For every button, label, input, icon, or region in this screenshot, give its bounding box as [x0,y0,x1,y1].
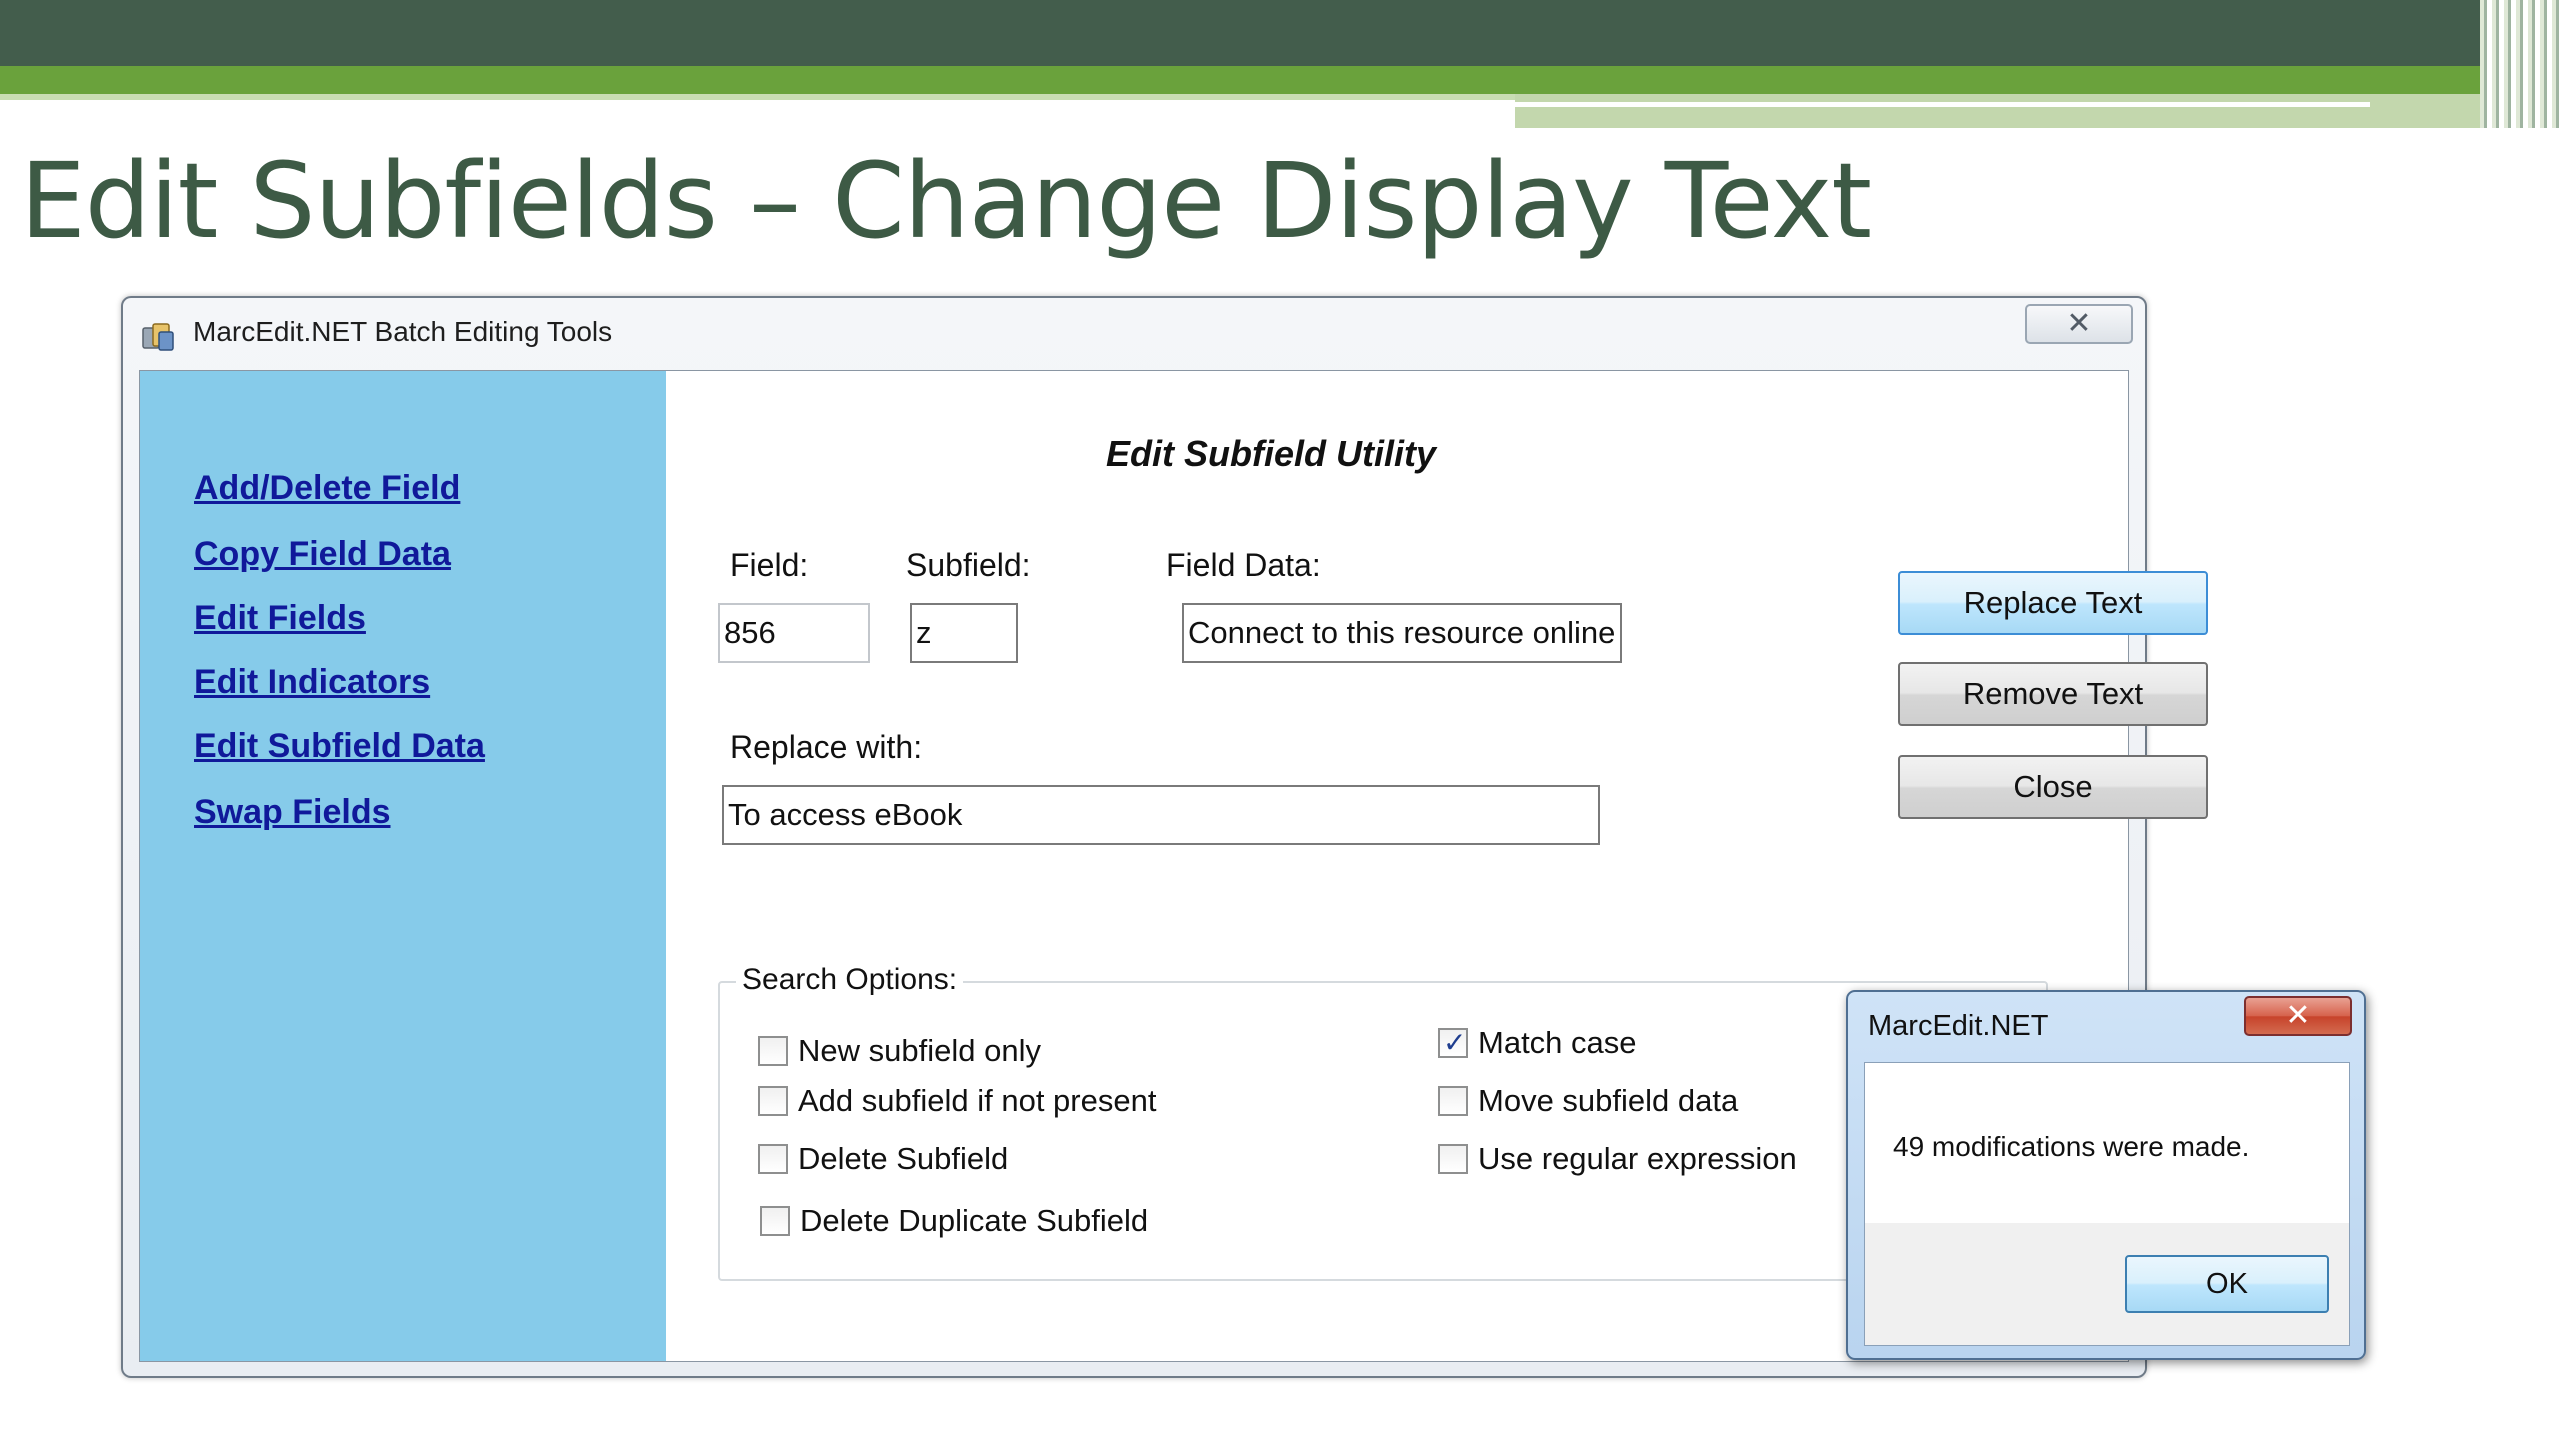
option-label: Add subfield if not present [798,1083,1157,1118]
option-delete-subfield[interactable]: Delete Subfield [758,1141,1008,1177]
slide-header-band [0,0,2560,66]
checkbox-unchecked-icon[interactable] [1438,1144,1468,1174]
field-data-input[interactable]: Connect to this resource online [1182,603,1622,663]
app-icon [142,323,174,351]
slide-accent-tab [1515,94,2560,128]
close-icon: ✕ [2066,307,2092,340]
replace-text-button[interactable]: Replace Text [1898,571,2208,635]
dialog-body: 49 modifications were made. OK [1864,1062,2350,1346]
checkbox-unchecked-icon[interactable] [758,1144,788,1174]
field-data-label: Field Data: [1166,547,1321,583]
checkbox-unchecked-icon[interactable] [758,1036,788,1066]
sidebar-item-edit-indicators[interactable]: Edit Indicators [194,663,430,702]
dialog-ok-button[interactable]: OK [2125,1255,2329,1313]
checkbox-unchecked-icon[interactable] [758,1086,788,1116]
batch-editing-window: MarcEdit.NET Batch Editing Tools ✕ Add/D… [121,296,2208,1378]
message-dialog: MarcEdit.NET ✕ 49 modifications were mad… [1846,990,2366,1360]
replace-with-label: Replace with: [730,729,923,765]
dialog-close-button[interactable]: ✕ [2244,996,2352,1036]
panel-title: Edit Subfield Utility [1106,433,1436,474]
sidebar-item-edit-subfield-data[interactable]: Edit Subfield Data [194,727,485,766]
checkbox-unchecked-icon[interactable] [760,1206,790,1236]
slide-accent-band [0,66,2560,94]
option-label: Delete Subfield [798,1141,1009,1176]
checkbox-checked-icon[interactable] [1438,1026,1468,1059]
subfield-label: Subfield: [906,547,1031,583]
option-label: Delete Duplicate Subfield [800,1203,1149,1238]
search-options-legend: Search Options: [736,963,964,997]
replace-with-input[interactable]: To access eBook [722,785,1600,845]
sidebar-item-edit-fields[interactable]: Edit Fields [194,599,366,638]
close-icon: ✕ [2285,999,2311,1032]
option-label: New subfield only [798,1033,1041,1068]
slide-title: Edit Subfields – Change Display Text [20,140,1872,262]
window-title: MarcEdit.NET Batch Editing Tools [193,316,613,347]
sidebar-item-swap-fields[interactable]: Swap Fields [194,793,391,832]
subfield-input[interactable]: z [910,603,1018,663]
option-match-case[interactable]: Match case [1438,1025,1637,1061]
option-add-subfield-if-not-present[interactable]: Add subfield if not present [758,1083,1156,1119]
field-label: Field: [730,547,809,583]
field-input[interactable]: 856 [718,603,870,663]
dialog-message-area: 49 modifications were made. [1865,1063,2349,1223]
window-client-area: Add/Delete Field Copy Field Data Edit Fi… [139,370,2208,1362]
option-new-subfield-only[interactable]: New subfield only [758,1033,1041,1069]
slide-accent-line [0,94,1515,100]
sidebar: Add/Delete Field Copy Field Data Edit Fi… [140,371,666,1361]
sidebar-item-add-delete-field[interactable]: Add/Delete Field [194,469,460,508]
window-titlebar[interactable]: MarcEdit.NET Batch Editing Tools ✕ [123,298,2145,368]
window-close-button[interactable]: ✕ [2025,304,2133,344]
dialog-message: 49 modifications were made. [1893,1131,2250,1162]
option-label: Use regular expression [1478,1141,1797,1176]
remove-text-button[interactable]: Remove Text [1898,662,2208,726]
checkbox-unchecked-icon[interactable] [1438,1086,1468,1116]
sidebar-item-copy-field-data[interactable]: Copy Field Data [194,535,451,574]
close-button[interactable]: Close [1898,755,2208,819]
option-label: Move subfield data [1478,1083,1739,1118]
option-label: Match case [1478,1025,1637,1060]
slide-edge-decoration [2480,0,2560,128]
dialog-title: MarcEdit.NET [1868,1010,2049,1042]
option-delete-duplicate-subfield[interactable]: Delete Duplicate Subfield [760,1203,1148,1239]
option-move-subfield-data[interactable]: Move subfield data [1438,1083,1738,1119]
option-use-regular-expression[interactable]: Use regular expression [1438,1141,1797,1177]
